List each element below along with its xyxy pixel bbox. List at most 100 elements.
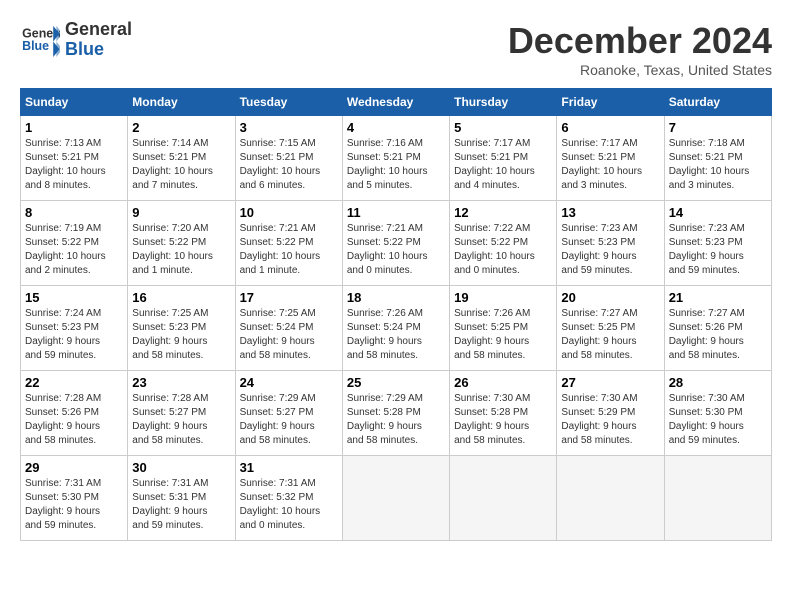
day-info: Sunrise: 7:27 AM Sunset: 5:25 PM Dayligh…: [561, 307, 659, 363]
day-info: Sunrise: 7:21 AM Sunset: 5:22 PM Dayligh…: [240, 222, 338, 278]
day-number: 17: [240, 290, 338, 305]
day-info: Sunrise: 7:26 AM Sunset: 5:24 PM Dayligh…: [347, 307, 445, 363]
calendar-week-row: 29 Sunrise: 7:31 AM Sunset: 5:30 PM Dayli…: [21, 456, 772, 541]
calendar-cell: 15 Sunrise: 7:24 AM Sunset: 5:23 PM Dayli…: [21, 286, 128, 371]
calendar-cell: 16 Sunrise: 7:25 AM Sunset: 5:23 PM Dayli…: [128, 286, 235, 371]
calendar-cell: 20 Sunrise: 7:27 AM Sunset: 5:25 PM Dayli…: [557, 286, 664, 371]
title-block: December 2024 Roanoke, Texas, United Sta…: [508, 20, 772, 78]
day-number: 9: [132, 205, 230, 220]
day-number: 5: [454, 120, 552, 135]
day-number: 11: [347, 205, 445, 220]
day-number: 14: [669, 205, 767, 220]
calendar-cell: 27Sunrise: 7:30 AM Sunset: 5:29 PM Dayli…: [557, 371, 664, 456]
day-number: 27: [561, 375, 659, 390]
calendar-cell: [450, 456, 557, 541]
calendar-week-row: 1 Sunrise: 7:13 AM Sunset: 5:21 PM Daylig…: [21, 116, 772, 201]
calendar-cell: 18 Sunrise: 7:26 AM Sunset: 5:24 PM Dayli…: [342, 286, 449, 371]
day-number: 23: [132, 375, 230, 390]
day-info: Sunrise: 7:17 AM Sunset: 5:21 PM Dayligh…: [561, 137, 659, 193]
day-info: Sunrise: 7:23 AM Sunset: 5:23 PM Dayligh…: [669, 222, 767, 278]
day-info: Sunrise: 7:18 AM Sunset: 5:21 PM Dayligh…: [669, 137, 767, 193]
day-of-week-header: Thursday: [450, 89, 557, 116]
calendar-week-row: 22 Sunrise: 7:28 AM Sunset: 5:26 PM Dayli…: [21, 371, 772, 456]
day-info: Sunrise: 7:31 AM Sunset: 5:30 PM Dayligh…: [25, 477, 123, 533]
calendar-cell: 19Sunrise: 7:26 AM Sunset: 5:25 PM Dayli…: [450, 286, 557, 371]
calendar-cell: [342, 456, 449, 541]
calendar-cell: 5 Sunrise: 7:17 AM Sunset: 5:21 PM Daylig…: [450, 116, 557, 201]
day-info: Sunrise: 7:22 AM Sunset: 5:22 PM Dayligh…: [454, 222, 552, 278]
day-info: Sunrise: 7:15 AM Sunset: 5:21 PM Dayligh…: [240, 137, 338, 193]
day-number: 18: [347, 290, 445, 305]
day-of-week-header: Monday: [128, 89, 235, 116]
day-info: Sunrise: 7:13 AM Sunset: 5:21 PM Dayligh…: [25, 137, 123, 193]
calendar-cell: 6 Sunrise: 7:17 AM Sunset: 5:21 PM Daylig…: [557, 116, 664, 201]
day-number: 20: [561, 290, 659, 305]
calendar-cell: [557, 456, 664, 541]
calendar-cell: 28 Sunrise: 7:30 AM Sunset: 5:30 PM Dayli…: [664, 371, 771, 456]
day-of-week-header: Saturday: [664, 89, 771, 116]
day-of-week-header: Tuesday: [235, 89, 342, 116]
day-info: Sunrise: 7:17 AM Sunset: 5:21 PM Dayligh…: [454, 137, 552, 193]
day-info: Sunrise: 7:14 AM Sunset: 5:21 PM Dayligh…: [132, 137, 230, 193]
day-info: Sunrise: 7:31 AM Sunset: 5:31 PM Dayligh…: [132, 477, 230, 533]
calendar-cell: 11 Sunrise: 7:21 AM Sunset: 5:22 PM Dayli…: [342, 201, 449, 286]
day-info: Sunrise: 7:25 AM Sunset: 5:23 PM Dayligh…: [132, 307, 230, 363]
calendar-cell: 31 Sunrise: 7:31 AM Sunset: 5:32 PM Dayli…: [235, 456, 342, 541]
day-info: Sunrise: 7:21 AM Sunset: 5:22 PM Dayligh…: [347, 222, 445, 278]
calendar-cell: 21 Sunrise: 7:27 AM Sunset: 5:26 PM Dayli…: [664, 286, 771, 371]
calendar-header-row: SundayMondayTuesdayWednesdayThursdayFrid…: [21, 89, 772, 116]
logo: General Blue General Blue: [20, 20, 132, 60]
month-title: December 2024: [508, 20, 772, 62]
day-info: Sunrise: 7:27 AM Sunset: 5:26 PM Dayligh…: [669, 307, 767, 363]
day-number: 21: [669, 290, 767, 305]
day-number: 26: [454, 375, 552, 390]
day-info: Sunrise: 7:30 AM Sunset: 5:28 PM Dayligh…: [454, 392, 552, 448]
calendar-cell: 4 Sunrise: 7:16 AM Sunset: 5:21 PM Daylig…: [342, 116, 449, 201]
logo-general: General: [65, 19, 132, 39]
calendar-cell: 24Sunrise: 7:29 AM Sunset: 5:27 PM Dayli…: [235, 371, 342, 456]
day-number: 22: [25, 375, 123, 390]
day-number: 4: [347, 120, 445, 135]
calendar-week-row: 15 Sunrise: 7:24 AM Sunset: 5:23 PM Dayli…: [21, 286, 772, 371]
calendar-cell: 1 Sunrise: 7:13 AM Sunset: 5:21 PM Daylig…: [21, 116, 128, 201]
day-number: 2: [132, 120, 230, 135]
calendar-cell: 2 Sunrise: 7:14 AM Sunset: 5:21 PM Daylig…: [128, 116, 235, 201]
day-number: 7: [669, 120, 767, 135]
day-of-week-header: Sunday: [21, 89, 128, 116]
day-info: Sunrise: 7:24 AM Sunset: 5:23 PM Dayligh…: [25, 307, 123, 363]
day-info: Sunrise: 7:30 AM Sunset: 5:30 PM Dayligh…: [669, 392, 767, 448]
day-number: 8: [25, 205, 123, 220]
logo-icon: General Blue: [20, 22, 60, 57]
calendar-cell: 14 Sunrise: 7:23 AM Sunset: 5:23 PM Dayli…: [664, 201, 771, 286]
calendar-cell: 22 Sunrise: 7:28 AM Sunset: 5:26 PM Dayli…: [21, 371, 128, 456]
day-info: Sunrise: 7:25 AM Sunset: 5:24 PM Dayligh…: [240, 307, 338, 363]
day-number: 30: [132, 460, 230, 475]
day-number: 1: [25, 120, 123, 135]
day-number: 16: [132, 290, 230, 305]
calendar-cell: 17 Sunrise: 7:25 AM Sunset: 5:24 PM Dayli…: [235, 286, 342, 371]
day-info: Sunrise: 7:20 AM Sunset: 5:22 PM Dayligh…: [132, 222, 230, 278]
day-info: Sunrise: 7:28 AM Sunset: 5:26 PM Dayligh…: [25, 392, 123, 448]
day-info: Sunrise: 7:29 AM Sunset: 5:28 PM Dayligh…: [347, 392, 445, 448]
svg-text:Blue: Blue: [22, 39, 49, 53]
calendar-cell: 30 Sunrise: 7:31 AM Sunset: 5:31 PM Dayli…: [128, 456, 235, 541]
day-number: 29: [25, 460, 123, 475]
day-number: 15: [25, 290, 123, 305]
day-info: Sunrise: 7:16 AM Sunset: 5:21 PM Dayligh…: [347, 137, 445, 193]
calendar-cell: [664, 456, 771, 541]
calendar-cell: 26 Sunrise: 7:30 AM Sunset: 5:28 PM Dayli…: [450, 371, 557, 456]
calendar-cell: 25Sunrise: 7:29 AM Sunset: 5:28 PM Dayli…: [342, 371, 449, 456]
calendar-cell: 23Sunrise: 7:28 AM Sunset: 5:27 PM Dayli…: [128, 371, 235, 456]
day-of-week-header: Wednesday: [342, 89, 449, 116]
day-number: 24: [240, 375, 338, 390]
day-info: Sunrise: 7:23 AM Sunset: 5:23 PM Dayligh…: [561, 222, 659, 278]
day-number: 6: [561, 120, 659, 135]
calendar-cell: 9 Sunrise: 7:20 AM Sunset: 5:22 PM Daylig…: [128, 201, 235, 286]
day-of-week-header: Friday: [557, 89, 664, 116]
calendar-cell: 13Sunrise: 7:23 AM Sunset: 5:23 PM Dayli…: [557, 201, 664, 286]
day-number: 28: [669, 375, 767, 390]
day-info: Sunrise: 7:31 AM Sunset: 5:32 PM Dayligh…: [240, 477, 338, 533]
day-number: 31: [240, 460, 338, 475]
location: Roanoke, Texas, United States: [508, 62, 772, 78]
calendar-table: SundayMondayTuesdayWednesdayThursdayFrid…: [20, 88, 772, 541]
